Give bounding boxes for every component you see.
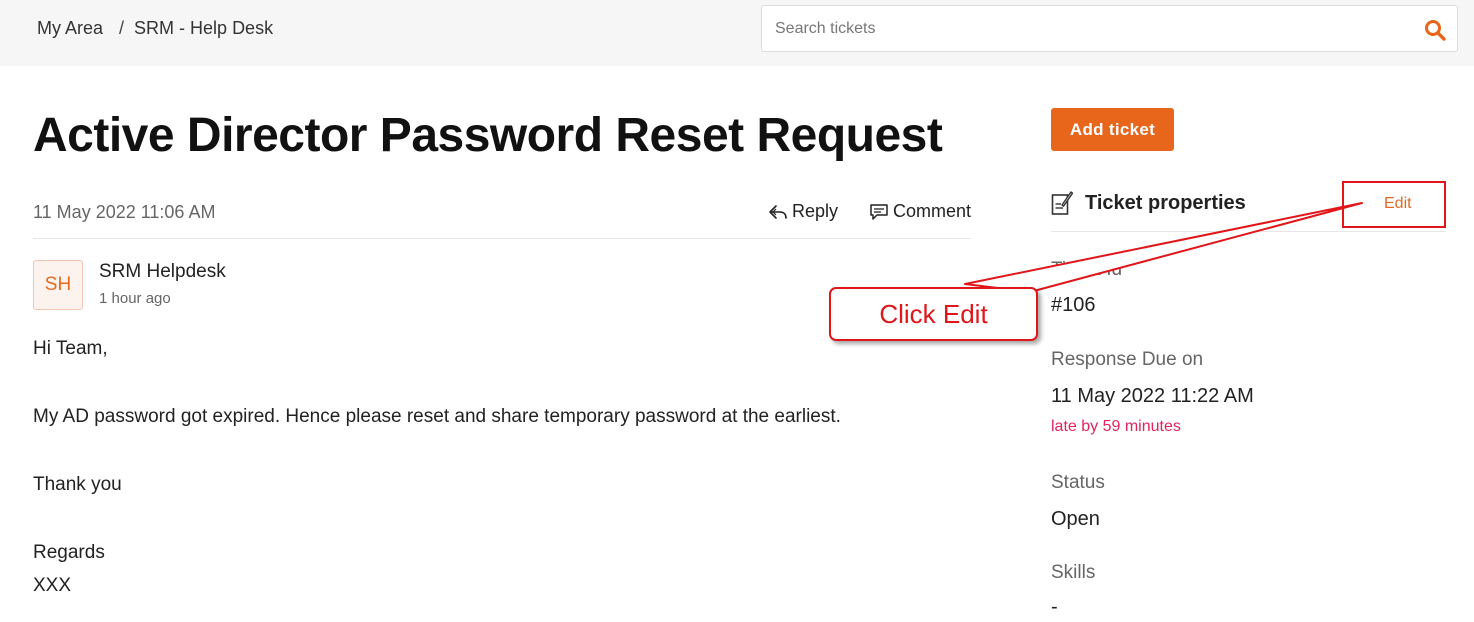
message-line: XXX <box>33 575 72 596</box>
ticket-id-label: Ticket Id <box>1051 259 1123 280</box>
edit-link[interactable]: Edit <box>1384 195 1412 213</box>
comment-label: Comment <box>893 201 972 221</box>
late-indicator: late by 59 minutes <box>1051 418 1181 435</box>
reply-icon <box>769 204 787 219</box>
response-due-label: Response Due on <box>1051 349 1204 370</box>
reply-button[interactable]: Reply <box>768 201 838 222</box>
message-time: 1 hour ago <box>99 290 171 307</box>
callout-arrow <box>964 202 1363 293</box>
skills-value: - <box>1051 596 1058 618</box>
response-due-value: 11 May 2022 11:22 AM <box>1051 385 1254 407</box>
top-bar: My Area / SRM - Help Desk <box>0 0 1474 66</box>
comment-button[interactable]: Comment <box>869 201 971 222</box>
search-input[interactable] <box>762 6 1402 51</box>
reply-label: Reply <box>792 201 839 221</box>
message-line: Thank you <box>33 474 122 495</box>
ticket-date: 11 May 2022 11:06 AM <box>33 202 216 222</box>
ticket-id-value: #106 <box>1051 294 1096 316</box>
click-edit-callout: Click Edit <box>829 287 1038 341</box>
ticket-properties-header: Ticket properties <box>1051 190 1246 216</box>
message-line: Regards <box>33 542 105 563</box>
page-title: Active Director Password Reset Request <box>33 109 943 162</box>
search-icon[interactable] <box>1423 18 1447 42</box>
comment-icon <box>870 203 888 220</box>
status-value: Open <box>1051 508 1100 530</box>
edit-document-icon <box>1051 191 1073 215</box>
ticket-properties-title: Ticket properties <box>1085 191 1246 214</box>
author-name: SRM Helpdesk <box>99 261 226 282</box>
message-line: Hi Team, <box>33 338 108 359</box>
divider <box>1051 231 1446 232</box>
add-ticket-button[interactable]: Add ticket <box>1051 108 1174 151</box>
search-box <box>761 5 1458 52</box>
avatar: SH <box>33 260 83 310</box>
divider <box>33 238 971 239</box>
skills-label: Skills <box>1051 562 1096 583</box>
breadcrumb-current[interactable]: SRM - Help Desk <box>134 18 273 39</box>
breadcrumb-separator: / <box>119 18 125 38</box>
message-line: My AD password got expired. Hence please… <box>33 406 841 427</box>
breadcrumb: My Area / SRM - Help Desk <box>37 18 273 39</box>
status-label: Status <box>1051 472 1105 493</box>
breadcrumb-home-link[interactable]: My Area <box>37 18 103 39</box>
